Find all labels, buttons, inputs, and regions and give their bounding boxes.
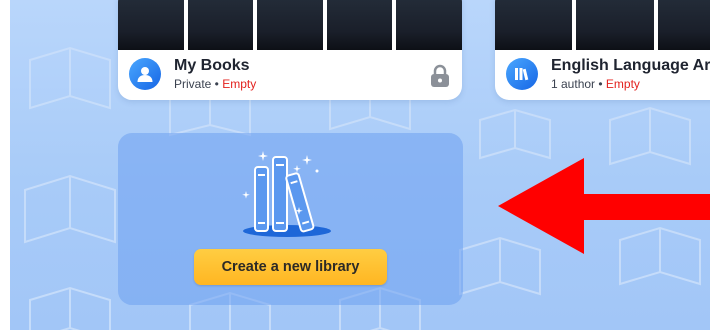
library-visibility: Private • <box>174 77 223 91</box>
create-library-tile[interactable]: Create a new library <box>118 133 463 305</box>
create-library-button[interactable]: Create a new library <box>194 249 387 285</box>
user-icon <box>129 58 161 90</box>
library-status-empty: Empty <box>605 77 640 91</box>
library-canvas: My Books Private • Empty English Languag… <box>10 0 710 330</box>
library-meta: 1 author • Empty <box>551 77 640 91</box>
library-title: English Language Ar <box>551 57 710 74</box>
library-meta: Private • Empty <box>174 77 256 91</box>
lock-icon <box>431 64 449 87</box>
library-cover <box>495 0 710 50</box>
library-cover <box>118 0 462 50</box>
library-books-icon <box>506 58 538 90</box>
books-illustration <box>242 151 331 237</box>
red-arrow-left-icon <box>498 158 710 254</box>
library-status-empty: Empty <box>222 77 257 91</box>
library-card-my-books[interactable]: My Books Private • Empty <box>118 0 462 100</box>
library-author-count: 1 author • <box>551 77 606 91</box>
library-title: My Books <box>174 57 250 74</box>
library-card-english[interactable]: English Language Ar 1 author • Empty <box>495 0 710 100</box>
